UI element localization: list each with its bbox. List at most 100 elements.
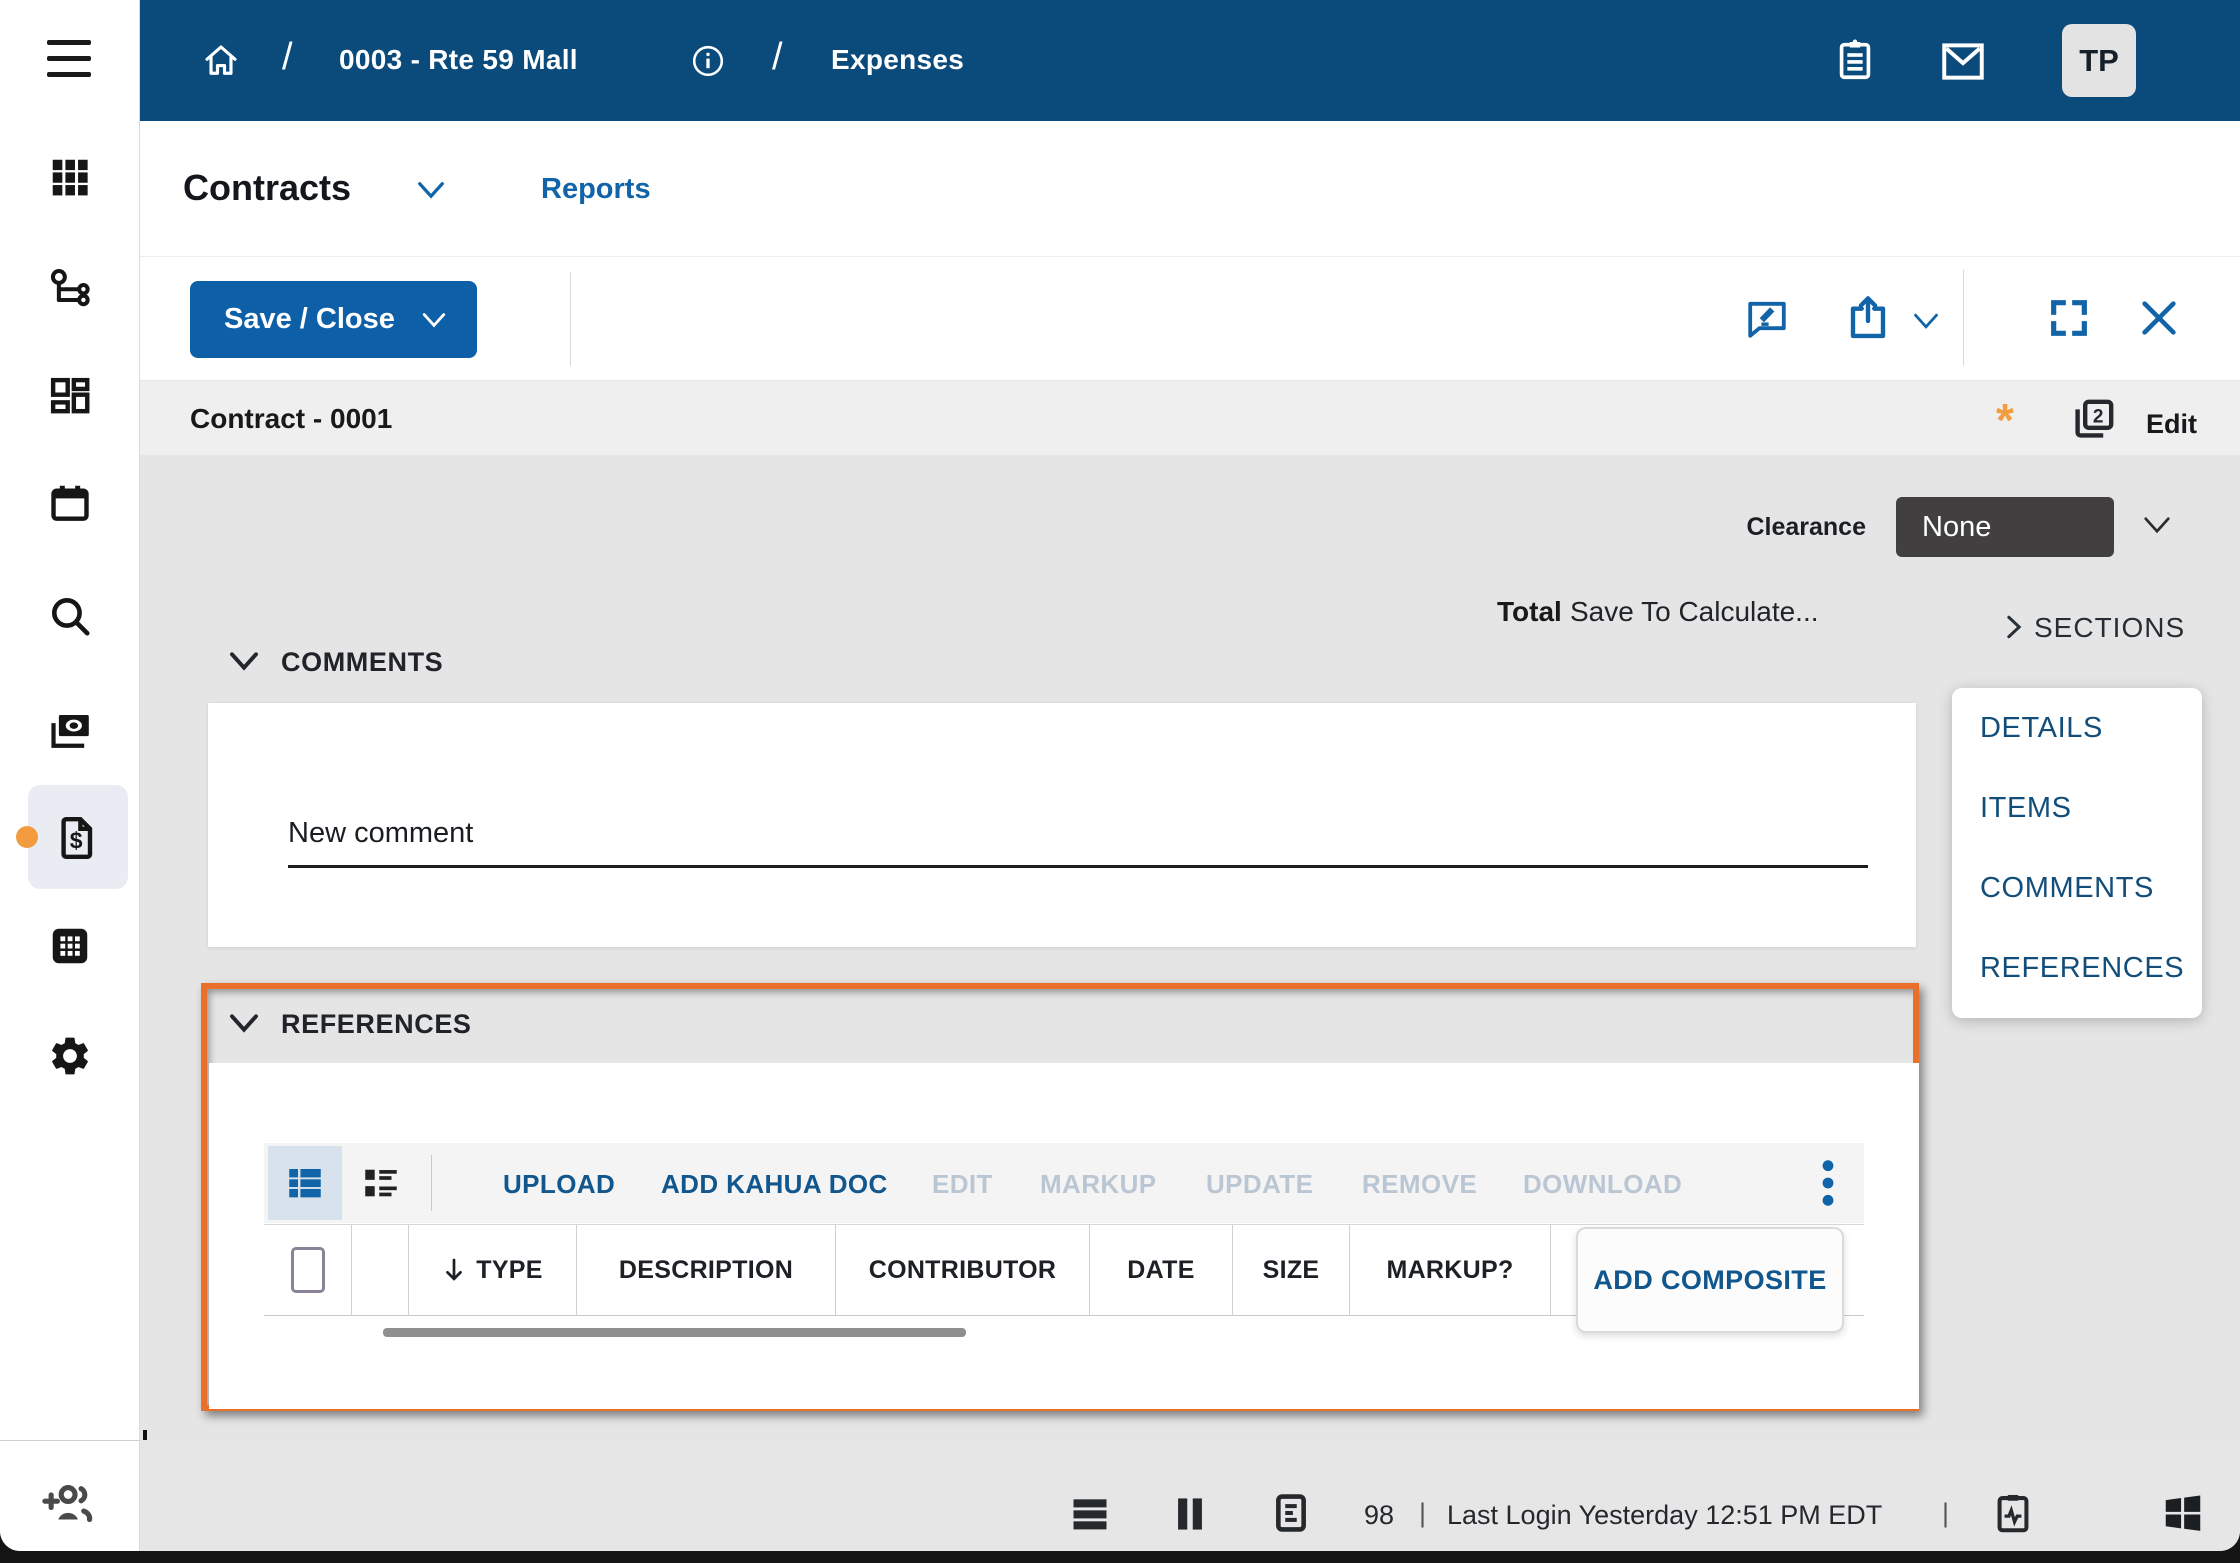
tasks-clipboard-icon[interactable]: [1832, 37, 1878, 83]
app-header-row: Contracts Reports: [140, 121, 2240, 257]
svg-text:$: $: [70, 827, 83, 853]
svg-text:2: 2: [2093, 406, 2104, 427]
toolbar-divider: [570, 272, 571, 366]
share-icon[interactable]: [1843, 293, 1893, 343]
dashboard-icon[interactable]: [47, 374, 93, 420]
page-title[interactable]: Contracts: [183, 167, 351, 209]
markup-button-disabled: MARKUP: [1040, 1169, 1157, 1199]
calendar-icon[interactable]: [47, 480, 93, 526]
sections-panel-item-items[interactable]: ITEMS: [1980, 792, 2072, 825]
breadcrumb-project[interactable]: 0003 - Rte 59 Mall: [339, 44, 578, 76]
sections-chevron-icon[interactable]: [2004, 614, 2024, 640]
compare-versions-icon[interactable]: 2: [2070, 395, 2118, 443]
avatar[interactable]: TP: [2062, 24, 2136, 97]
column-header-markup[interactable]: MARKUP?: [1350, 1225, 1551, 1315]
hamburger-menu-icon[interactable]: [47, 40, 91, 77]
cash-icon[interactable]: [47, 707, 93, 753]
split-view-icon[interactable]: [1168, 1492, 1212, 1536]
active-app-dot: [16, 826, 38, 848]
settings-gear-icon[interactable]: [47, 1033, 93, 1079]
toolbar-divider-2: [1963, 270, 1964, 366]
unsaved-indicator: *: [1996, 394, 2014, 446]
add-composite-menu-item[interactable]: ADD COMPOSITE: [1576, 1227, 1844, 1333]
record-header-bar: Contract - 0001 * 2 Edit: [140, 380, 2240, 455]
status-count: 98: [1364, 1500, 1395, 1530]
edit-button[interactable]: Edit: [2146, 409, 2197, 440]
add-people-icon[interactable]: [40, 1476, 98, 1530]
comments-section-header[interactable]: COMMENTS: [281, 647, 443, 678]
references-collapse-chevron-icon[interactable]: [228, 1012, 260, 1034]
breadcrumb-app[interactable]: Expenses: [831, 44, 964, 76]
column-header-contributor[interactable]: CONTRIBUTOR: [836, 1225, 1090, 1315]
add-kahua-doc-button[interactable]: ADD KAHUA DOC: [661, 1169, 888, 1200]
upload-button[interactable]: UPLOAD: [503, 1169, 615, 1200]
column-header-size[interactable]: SIZE: [1233, 1225, 1350, 1315]
sections-panel-item-details[interactable]: DETAILS: [1980, 712, 2103, 745]
total-value: Save To Calculate...: [1570, 596, 1819, 627]
apps-grid-icon[interactable]: [47, 154, 93, 200]
status-separator-2: |: [1942, 1498, 1950, 1528]
last-login-text: Last Login Yesterday 12:51 PM EDT: [1447, 1500, 1883, 1530]
column-header-type[interactable]: TYPE: [409, 1225, 577, 1315]
clearance-chevron-icon[interactable]: [2142, 514, 2172, 536]
record-title: Contract - 0001: [190, 403, 393, 434]
table-view-toggle[interactable]: [268, 1146, 342, 1220]
sections-panel: DETAILS ITEMS COMMENTS REFERENCES: [1952, 688, 2202, 1018]
top-navigation-bar: / 0003 - Rte 59 Mall / Expenses TP: [140, 0, 2240, 121]
avatar-initials: TP: [2079, 42, 2119, 78]
spacer-cell: [352, 1225, 409, 1315]
app-window: / 0003 - Rte 59 Mall / Expenses TP $ Con…: [0, 0, 2240, 1551]
share-chevron-icon[interactable]: [1912, 311, 1940, 331]
expense-document-icon[interactable]: $: [52, 814, 100, 862]
comments-card: New comment: [208, 703, 1916, 947]
windows-logo-icon[interactable]: [2160, 1490, 2206, 1536]
info-icon[interactable]: [690, 43, 726, 79]
mail-icon[interactable]: [1938, 38, 1988, 84]
chevron-down-icon: [422, 312, 446, 328]
download-button-disabled: DOWNLOAD: [1523, 1169, 1683, 1199]
markup-comment-icon[interactable]: [1743, 295, 1791, 343]
sections-panel-item-comments[interactable]: COMMENTS: [1980, 872, 2154, 905]
column-header-description[interactable]: DESCRIPTION: [577, 1225, 836, 1315]
screen: / 0003 - Rte 59 Mall / Expenses TP $ Con…: [0, 0, 2240, 1563]
references-card: UPLOAD ADD KAHUA DOC EDIT MARKUP UPDATE …: [209, 1063, 1919, 1409]
clearance-label: Clearance: [1746, 513, 1866, 541]
search-icon[interactable]: [47, 593, 93, 639]
keypad-icon[interactable]: [47, 923, 93, 969]
sort-descending-icon: [446, 1258, 463, 1281]
edit-button-disabled: EDIT: [932, 1169, 993, 1199]
chevron-down-icon[interactable]: [416, 179, 446, 201]
add-composite-label: ADD COMPOSITE: [1593, 1264, 1827, 1295]
new-comment-input[interactable]: New comment: [288, 817, 473, 850]
sections-toggle[interactable]: SECTIONS: [2034, 612, 2185, 644]
table-hscrollbar-thumb[interactable]: [383, 1328, 966, 1337]
kebab-menu-icon[interactable]: [1810, 1157, 1846, 1209]
breadcrumb-separator-2: /: [772, 36, 783, 78]
total-label: Total: [1497, 596, 1562, 627]
close-icon[interactable]: [2136, 295, 2182, 341]
status-bar: 98 | Last Login Yesterday 12:51 PM EDT |: [140, 1440, 2240, 1551]
references-toolbar: UPLOAD ADD KAHUA DOC EDIT MARKUP UPDATE …: [264, 1143, 1864, 1223]
workflow-branch-icon[interactable]: [47, 267, 93, 313]
comments-collapse-chevron-icon[interactable]: [228, 650, 260, 672]
activity-log-icon[interactable]: [1990, 1490, 2036, 1536]
save-close-button[interactable]: Save / Close: [190, 281, 477, 358]
list-view-icon: [365, 1169, 397, 1197]
view-toggle-divider: [431, 1155, 432, 1211]
clearance-select[interactable]: None: [1896, 497, 2114, 557]
home-icon[interactable]: [200, 40, 242, 82]
new-comment-underline: [288, 865, 1868, 868]
sidebar: $: [0, 0, 140, 1551]
references-section-header[interactable]: REFERENCES: [281, 1009, 472, 1040]
select-all-cell: [264, 1225, 352, 1315]
reports-link[interactable]: Reports: [541, 173, 651, 206]
list-view-toggle[interactable]: [360, 1162, 402, 1204]
fullscreen-icon[interactable]: [2046, 295, 2092, 341]
sections-panel-item-references[interactable]: REFERENCES: [1980, 952, 2184, 985]
column-header-date[interactable]: DATE: [1090, 1225, 1233, 1315]
select-all-checkbox[interactable]: [290, 1247, 325, 1293]
rows-view-icon[interactable]: [1068, 1492, 1112, 1536]
action-toolbar: Save / Close: [140, 257, 2240, 380]
document-view-icon[interactable]: [1268, 1490, 1314, 1536]
status-separator: |: [1419, 1498, 1427, 1528]
